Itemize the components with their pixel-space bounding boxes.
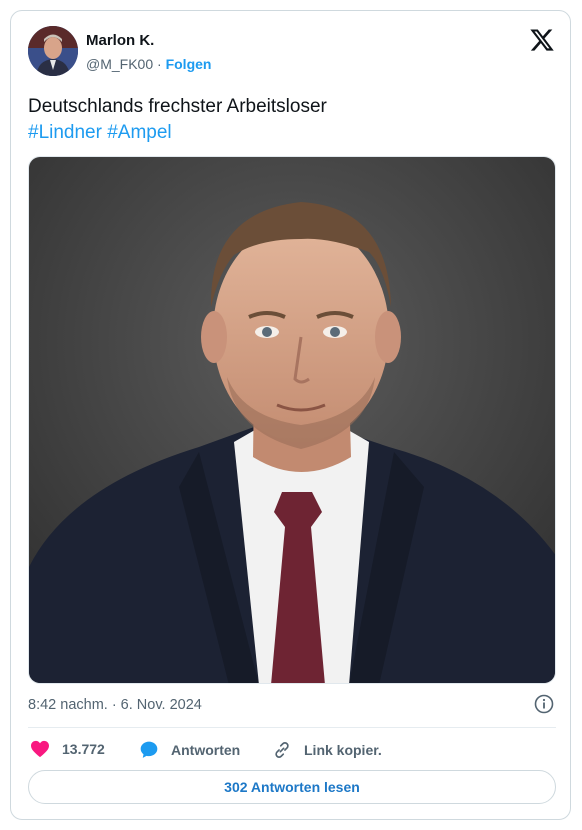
hashtag-row: #Lindner #Ampel (28, 120, 327, 146)
separator-dot: · (157, 56, 162, 72)
heart-icon (31, 740, 49, 758)
reply-label: Antworten (171, 742, 241, 758)
tweet-timestamp[interactable]: 8:42 nachm. · 6. Nov. 2024 (28, 697, 202, 713)
copy-link-action[interactable]: Link kopier. (272, 740, 382, 760)
info-icon[interactable] (534, 694, 554, 714)
avatar[interactable] (28, 26, 78, 76)
like-count: 13.772 (62, 741, 105, 757)
tweet-text: Deutschlands frechster Arbeitsloser (28, 96, 327, 117)
copy-link-label: Link kopier. (304, 742, 382, 758)
portrait-image (29, 157, 555, 683)
reply-bubble-icon (140, 741, 158, 758)
tweet-embed-card: Marlon K. @M_FK00 · Folgen Deutschlands … (10, 10, 571, 820)
author-name[interactable]: Marlon K. (86, 32, 154, 49)
divider (28, 727, 556, 728)
author-handle[interactable]: @M_FK00 (86, 56, 153, 72)
author-handle-row: @M_FK00 · Folgen (86, 56, 211, 72)
reply-action[interactable]: Antworten (139, 740, 240, 760)
x-logo-icon[interactable] (529, 27, 555, 53)
hashtag-lindner[interactable]: #Lindner (28, 122, 102, 143)
hashtag-ampel[interactable]: #Ampel (107, 122, 171, 143)
follow-button[interactable]: Folgen (166, 56, 212, 72)
tweet-text-block: Deutschlands frechster Arbeitsloser #Lin… (28, 94, 327, 146)
tweet-photo[interactable] (28, 156, 556, 684)
avatar-image (28, 26, 78, 76)
like-action[interactable]: 13.772 (30, 740, 105, 758)
link-icon (275, 742, 289, 758)
read-replies-button[interactable]: 302 Antworten lesen (28, 770, 556, 804)
